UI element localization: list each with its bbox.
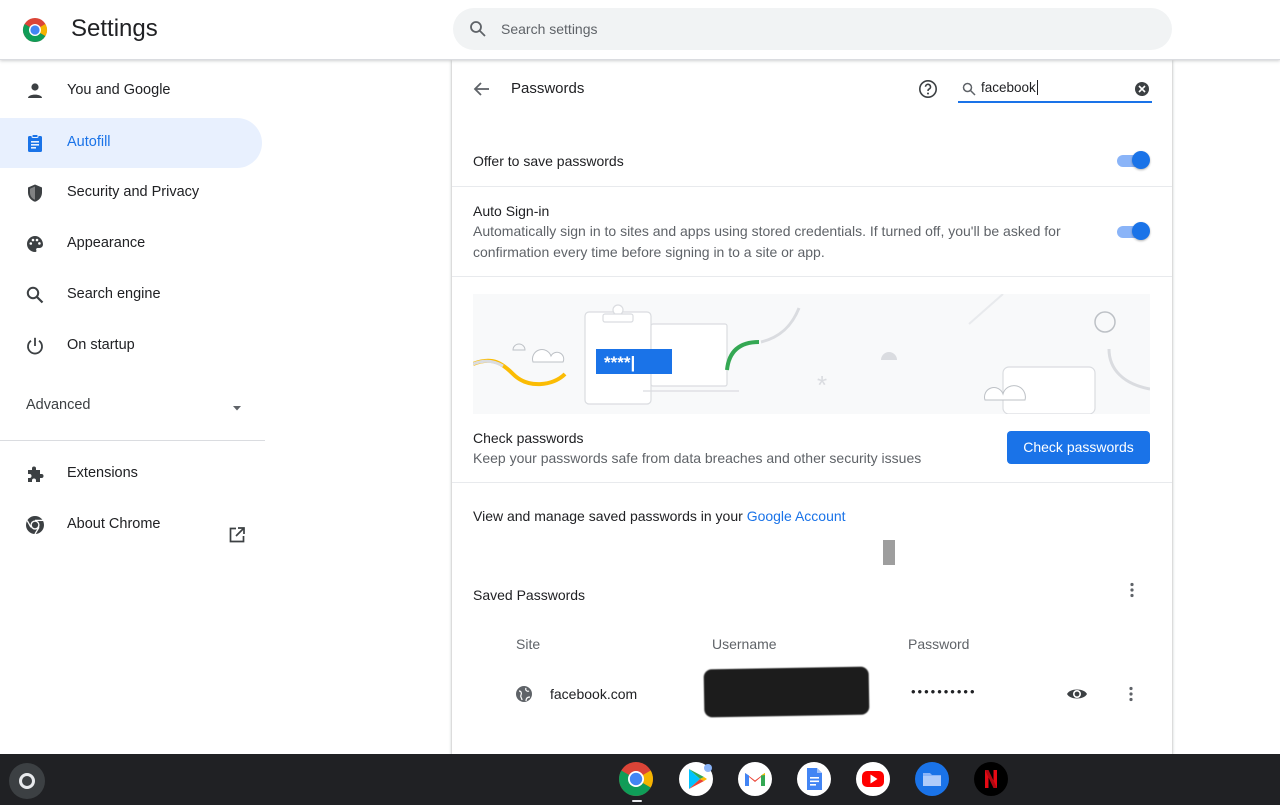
- sidebar-item-label: Autofill: [67, 134, 111, 150]
- row-divider: [452, 276, 1172, 277]
- sidebar-item-label: You and Google: [67, 82, 171, 98]
- manage-passwords-text: View and manage saved passwords in your …: [473, 508, 846, 524]
- site-url[interactable]: facebook.com: [550, 686, 637, 702]
- redacted-block: [883, 540, 895, 565]
- passwords-card: Passwords facebook Offer to save passwor…: [452, 60, 1172, 754]
- redacted-username: [703, 666, 870, 718]
- svg-text:*: *: [817, 370, 827, 400]
- auto-signin-description-line2: confirmation every time before signing i…: [473, 244, 825, 260]
- page-title: Settings: [71, 15, 158, 42]
- sidebar-item-on-startup[interactable]: On startup: [0, 321, 262, 371]
- globe-icon: [516, 686, 532, 702]
- chrome-logo-icon: [22, 18, 48, 43]
- offer-to-save-label: Offer to save passwords: [473, 153, 624, 169]
- offer-to-save-toggle[interactable]: [1117, 151, 1151, 171]
- show-password-eye-icon[interactable]: [1066, 684, 1088, 704]
- sidebar-item-appearance[interactable]: Appearance: [0, 219, 262, 269]
- chrome-icon: [26, 516, 44, 535]
- sidebar-item-label: Search engine: [67, 286, 161, 302]
- auto-signin-label: Auto Sign-in: [473, 203, 550, 219]
- search-placeholder: Search settings: [501, 21, 598, 37]
- youtube-icon[interactable]: [855, 761, 891, 797]
- check-passwords-title: Check passwords: [473, 430, 584, 446]
- docs-icon[interactable]: [796, 761, 832, 797]
- column-header-username: Username: [712, 636, 777, 652]
- row-divider: [452, 186, 1172, 187]
- back-arrow-icon[interactable]: [472, 79, 492, 99]
- search-settings-input[interactable]: Search settings: [453, 8, 1172, 50]
- more-vert-icon[interactable]: [1121, 684, 1141, 704]
- palette-icon: [27, 236, 43, 252]
- netflix-icon[interactable]: [973, 761, 1009, 797]
- password-check-illustration: ****| *: [472, 293, 1151, 415]
- google-account-link[interactable]: Google Account: [747, 508, 846, 524]
- password-search-input[interactable]: facebook: [958, 76, 1152, 103]
- system-shelf: [0, 754, 1280, 805]
- row-divider: [452, 482, 1172, 483]
- person-icon: [28, 83, 42, 98]
- files-icon[interactable]: [914, 761, 950, 797]
- sidebar-item-extensions[interactable]: Extensions: [0, 449, 262, 499]
- toggle-knob: [1132, 222, 1150, 240]
- illustration-mask-text: ****|: [604, 353, 635, 372]
- manage-text: View and manage saved passwords in your: [473, 508, 747, 524]
- chrome-icon[interactable]: [618, 761, 654, 797]
- password-masked: ••••••••••: [911, 684, 977, 699]
- play-store-icon[interactable]: [678, 761, 714, 797]
- caret-down-icon[interactable]: [231, 402, 243, 414]
- gmail-icon[interactable]: [737, 761, 773, 797]
- more-vert-icon[interactable]: [1122, 580, 1142, 600]
- saved-passwords-title: Saved Passwords: [473, 587, 586, 603]
- active-app-indicator: [632, 800, 642, 802]
- advanced-section-toggle[interactable]: Advanced: [26, 397, 91, 413]
- sidebar-item-search-engine[interactable]: Search engine: [0, 270, 262, 320]
- search-icon: [470, 21, 486, 37]
- sidebar-item-label: Extensions: [67, 465, 138, 481]
- clear-search-icon[interactable]: [1134, 81, 1150, 97]
- sidebar-item-label: Appearance: [67, 235, 146, 251]
- search-icon: [962, 82, 976, 96]
- passwords-title: Passwords: [511, 80, 585, 97]
- illustration-graphic: ****| *: [472, 293, 1151, 415]
- sidebar-item-label: On startup: [67, 337, 135, 353]
- clipboard-icon: [28, 134, 42, 152]
- launcher-circle-icon: [19, 773, 35, 789]
- puzzle-icon: [28, 466, 44, 482]
- toggle-knob: [1132, 151, 1150, 169]
- sidebar-item-label: Security and Privacy: [67, 184, 200, 200]
- check-passwords-description: Keep your passwords safe from data breac…: [473, 450, 922, 466]
- sidebar-divider: [0, 440, 265, 441]
- help-icon[interactable]: [918, 79, 938, 99]
- sidebar-item-autofill[interactable]: Autofill: [0, 118, 262, 168]
- check-passwords-button[interactable]: Check passwords: [1007, 431, 1150, 464]
- sidebar: You and Google Autofill Security and Pri…: [0, 60, 265, 754]
- power-icon: [27, 337, 43, 355]
- auto-signin-description-line1: Automatically sign in to sites and apps …: [473, 223, 1061, 239]
- sidebar-item-about-chrome[interactable]: About Chrome: [0, 500, 262, 550]
- search-icon: [26, 286, 44, 304]
- top-bar: Settings Search settings: [0, 0, 1280, 60]
- column-header-site: Site: [516, 636, 541, 652]
- search-value: facebook: [981, 80, 1038, 95]
- column-header-password: Password: [908, 636, 970, 652]
- auto-signin-toggle[interactable]: [1117, 222, 1151, 242]
- shield-icon: [28, 184, 42, 202]
- launcher-button[interactable]: [9, 763, 45, 799]
- sidebar-item-label: About Chrome: [67, 516, 161, 532]
- sidebar-item-security-and-privacy[interactable]: Security and Privacy: [0, 168, 262, 218]
- sidebar-item-you-and-google[interactable]: You and Google: [0, 66, 262, 116]
